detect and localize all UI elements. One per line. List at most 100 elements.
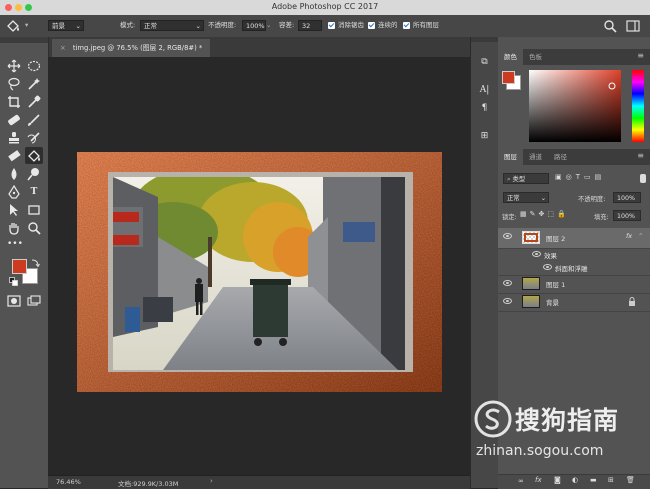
blur-tool-icon[interactable] — [7, 167, 21, 181]
add-mask-icon[interactable]: ◙ — [554, 476, 561, 484]
paint-bucket-tool-icon[interactable] — [27, 149, 41, 163]
effects-visibility-eye-icon[interactable] — [532, 251, 541, 257]
sogou-logo-icon — [474, 400, 512, 438]
opacity-input[interactable]: 100% — [242, 20, 266, 31]
layer-filter-select[interactable]: ⌕ 类型 — [503, 173, 549, 184]
close-tab-icon[interactable]: × — [60, 44, 66, 52]
toolbar-grip[interactable] — [0, 37, 48, 43]
bevel-emboss-effect-row[interactable]: 斜面和浮雕 — [498, 261, 650, 276]
layer-row-layer2[interactable]: 图层 2 fx ⌃ — [498, 228, 650, 249]
eyedropper-tool-icon[interactable] — [27, 95, 41, 109]
tab-color[interactable]: 颜色 — [498, 49, 523, 65]
layer-opacity-label: 不透明度: — [578, 196, 606, 203]
dock-grip[interactable] — [471, 37, 498, 42]
street-photo — [113, 177, 405, 370]
lock-options-icons[interactable]: ▦✎✥⬚🔒 — [520, 210, 569, 218]
edit-toolbar-icon[interactable]: ••• — [7, 237, 23, 251]
tolerance-value: 32 — [302, 22, 311, 30]
link-layers-icon[interactable]: ∞ — [518, 477, 524, 485]
effects-label: 效果 — [544, 252, 557, 260]
layer-fx-badge[interactable]: fx — [626, 232, 632, 240]
chevron-down-icon: ⌄ — [195, 22, 201, 30]
layer-filter-icons[interactable]: ▣◎T▭▤ — [555, 173, 637, 184]
screen-mode-icon[interactable] — [27, 295, 41, 307]
antialias-checkbox[interactable] — [328, 22, 335, 29]
layer-name[interactable]: 图层 1 — [546, 279, 565, 289]
pen-tool-icon[interactable] — [7, 185, 21, 199]
delete-layer-icon[interactable]: 🗑 — [626, 476, 635, 484]
visibility-eye-icon[interactable] — [503, 280, 512, 286]
document-tab[interactable]: × timg.jpeg @ 76.5% (图层 2, RGB/8#) * — [52, 39, 211, 57]
hue-slider[interactable] — [632, 70, 644, 142]
window-title: Adobe Photoshop CC 2017 — [271, 2, 379, 11]
new-layer-icon[interactable]: ⊞ — [608, 476, 614, 484]
tool-preset-chevron-icon[interactable]: ▾ — [25, 20, 28, 31]
expand-effects-icon[interactable]: ⌃ — [638, 232, 643, 240]
type-tool-icon[interactable]: T — [27, 185, 41, 199]
quick-mask-icon[interactable] — [7, 295, 21, 307]
blend-mode-value: 正常 — [507, 195, 520, 202]
layer-row-background[interactable]: 背景 — [498, 293, 650, 312]
hand-tool-icon[interactable] — [7, 221, 21, 235]
visibility-eye-icon[interactable] — [503, 233, 512, 239]
new-group-icon[interactable]: ▬ — [590, 476, 597, 484]
layer-name[interactable]: 图层 2 — [546, 233, 565, 243]
foreground-color-swatch[interactable] — [12, 259, 27, 274]
default-colors-icon[interactable] — [9, 277, 18, 286]
history-panel-icon[interactable]: ⧉ — [477, 55, 492, 70]
tab-swatches[interactable]: 色板 — [523, 49, 548, 65]
blend-mode-select[interactable]: 正常 ⌄ — [503, 192, 549, 203]
fill-value: 100% — [617, 213, 636, 220]
all-layers-checkbox[interactable] — [403, 22, 410, 29]
tab-layers[interactable]: 图层 — [498, 149, 523, 165]
panel-menu-icon[interactable]: ≡ — [637, 51, 644, 60]
magic-wand-tool-icon[interactable] — [27, 77, 41, 91]
opacity-chevron-icon[interactable]: ⌄ — [266, 20, 271, 31]
layers-panel-tabs: 图层 通道 路径 ≡ — [498, 149, 650, 165]
history-brush-tool-icon[interactable] — [27, 131, 41, 145]
zoom-level[interactable]: 76.46% — [56, 478, 81, 486]
brush-tool-icon[interactable] — [27, 113, 41, 127]
properties-panel-icon[interactable]: ⊞ — [477, 129, 492, 144]
add-layer-style-icon[interactable]: fx — [535, 476, 542, 484]
effects-row[interactable]: 效果 — [498, 248, 650, 261]
color-picker-field[interactable] — [529, 70, 621, 142]
mode-select[interactable]: 正常 ⌄ — [140, 20, 204, 31]
clone-stamp-tool-icon[interactable] — [7, 131, 21, 145]
paragraph-panel-icon[interactable]: ¶ — [477, 101, 492, 116]
filter-toggle-switch[interactable] — [640, 174, 646, 183]
bevel-visibility-eye-icon[interactable] — [543, 264, 552, 270]
eraser-tool-icon[interactable] — [7, 149, 21, 163]
swap-colors-icon[interactable] — [31, 258, 40, 267]
tolerance-input[interactable]: 32 — [298, 20, 322, 31]
fill-input[interactable]: 100% — [613, 210, 641, 221]
marquee-tool-icon[interactable] — [27, 59, 41, 73]
path-selection-tool-icon[interactable] — [7, 203, 21, 217]
search-icon[interactable] — [603, 19, 617, 33]
tab-paths[interactable]: 路径 — [548, 149, 573, 165]
layer-opacity-input[interactable]: 100% — [613, 192, 641, 203]
move-tool-icon[interactable] — [7, 59, 21, 73]
workspace-icon[interactable] — [626, 19, 642, 33]
healing-brush-tool-icon[interactable] — [7, 113, 21, 127]
sogou-watermark: 搜狗指南 zhinan.sogou.com — [474, 400, 646, 468]
fill-source-select[interactable]: 前景 ⌄ — [48, 20, 84, 31]
panel-menu-icon[interactable]: ≡ — [637, 151, 644, 160]
rectangle-tool-icon[interactable] — [27, 203, 41, 217]
dodge-tool-icon[interactable] — [27, 167, 41, 181]
crop-tool-icon[interactable] — [7, 95, 21, 109]
lasso-tool-icon[interactable] — [7, 77, 21, 91]
contiguous-checkbox[interactable] — [368, 22, 375, 29]
visibility-eye-icon[interactable] — [503, 298, 512, 304]
color-panel-foreground-swatch[interactable] — [502, 71, 515, 84]
tab-channels[interactable]: 通道 — [523, 149, 548, 165]
zoom-tool-icon[interactable] — [27, 221, 41, 235]
paint-bucket-tool-icon[interactable] — [5, 19, 21, 33]
layer-name[interactable]: 背景 — [546, 297, 559, 307]
layer-row-layer1[interactable]: 图层 1 — [498, 275, 650, 294]
status-menu-arrow-icon[interactable]: › — [210, 477, 213, 485]
character-panel-icon[interactable]: A| — [477, 83, 492, 98]
document-info[interactable]: 文档:929.9K/3.03M — [118, 478, 178, 488]
bevel-emboss-label: 斜面和浮雕 — [555, 265, 588, 273]
adjustment-layer-icon[interactable]: ◐ — [572, 476, 578, 484]
